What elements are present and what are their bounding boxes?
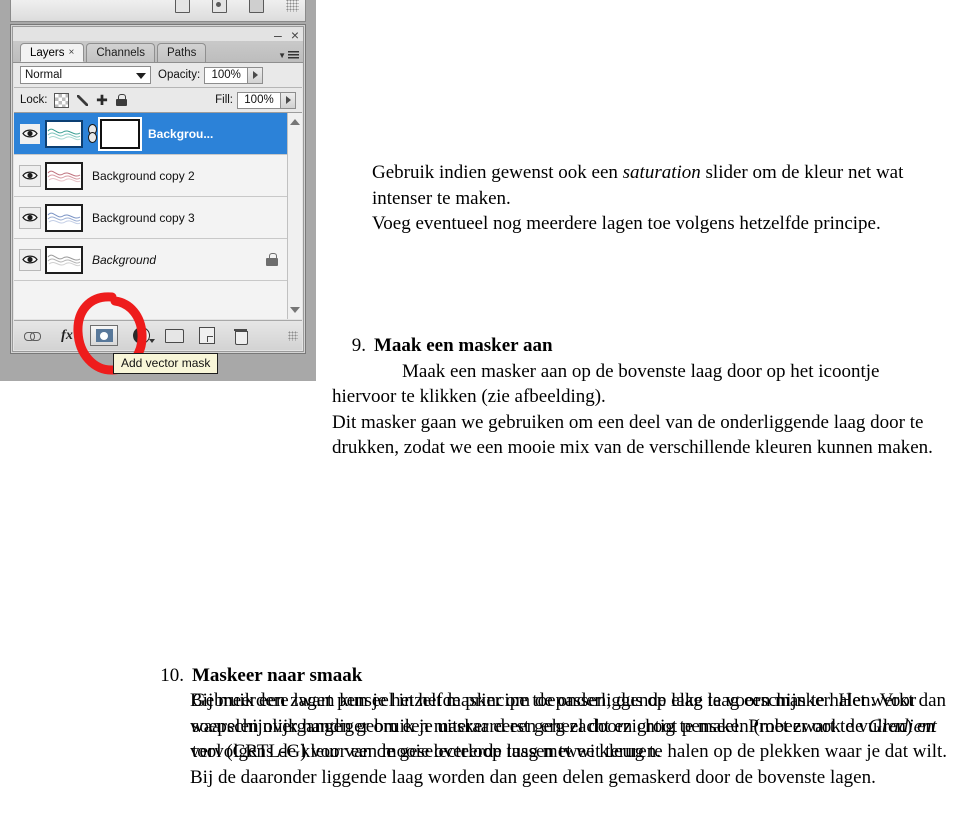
new-adjustment-layer-icon[interactable]: [131, 327, 155, 345]
close-icon[interactable]: ×: [291, 28, 299, 42]
lock-image-pixels-icon[interactable]: [76, 94, 89, 107]
intro-line-2: Voeg eventueel nog meerdere lagen toe vo…: [372, 213, 881, 234]
layer-row[interactable]: Background copy 3: [14, 197, 302, 239]
layers-panel: – × Layers × Channels Paths ▼ Normal Opa…: [10, 24, 306, 354]
blend-mode-select[interactable]: Normal: [20, 66, 151, 84]
layers-panel-toolbar: fx: [14, 320, 302, 350]
layer-thumbnail[interactable]: [45, 161, 83, 190]
layer-row[interactable]: Background copy 2: [14, 155, 302, 197]
panel-window-controls: – ×: [274, 28, 299, 42]
section-10-number: 10.: [160, 664, 184, 686]
intro-line-1-pre: Gebruik indien gewenst ook een: [372, 162, 623, 183]
section-9-number: 9.: [351, 335, 366, 356]
panel-menu-icon[interactable]: ▼: [278, 51, 299, 62]
intro-paragraph-block: Gebruik indien gewenst ook een saturatio…: [372, 160, 952, 237]
add-layer-mask-icon[interactable]: [90, 325, 118, 346]
lock-icon-group: ✚: [53, 92, 127, 108]
layers-list[interactable]: Backgrou... Background copy 2 Background…: [14, 113, 302, 319]
section-9-line-1: Maak een masker aan op de bovenste laag …: [402, 360, 880, 382]
lock-row: Lock: ✚ Fill: 100%: [14, 88, 302, 113]
layer-visibility-eye-icon[interactable]: [19, 248, 41, 271]
layer-locked-icon: [266, 253, 278, 266]
layer-row[interactable]: Background: [14, 239, 302, 281]
photoshop-layers-panel-screenshot: – × Layers × Channels Paths ▼ Normal Opa…: [0, 0, 316, 381]
new-group-icon[interactable]: [164, 327, 184, 345]
fill-input[interactable]: 100%: [237, 91, 281, 109]
link-layers-icon[interactable]: [24, 327, 44, 345]
final-paragraph-block: Bij meerdere lagen kun je hetzelfde prin…: [190, 688, 955, 790]
fill-slider-button[interactable]: [281, 91, 296, 109]
blend-mode-value: Normal: [25, 69, 63, 81]
section-9-block: 9. Maak een masker aan Maak een masker a…: [330, 333, 950, 461]
lock-all-icon[interactable]: [115, 94, 127, 106]
tooltip: Add vector mask: [113, 353, 219, 375]
delete-icon: [249, 0, 264, 13]
layer-thumbnail[interactable]: [45, 203, 83, 232]
scroll-down-arrow-icon[interactable]: [288, 303, 302, 317]
intro-line-1-emphasis: saturation: [622, 162, 701, 183]
panel-above-icon-row: [175, 0, 299, 13]
layer-visibility-eye-icon[interactable]: [19, 122, 41, 145]
layer-name[interactable]: Backgrou...: [148, 127, 213, 141]
tab-close-icon[interactable]: ×: [69, 47, 75, 58]
tab-paths[interactable]: Paths: [156, 43, 207, 62]
fill-label: Fill:: [215, 94, 233, 106]
snapshot-icon: [212, 0, 227, 13]
scroll-up-arrow-icon[interactable]: [288, 115, 302, 129]
layers-panel-inner: – × Layers × Channels Paths ▼ Normal Opa…: [12, 26, 304, 352]
lock-transparent-pixels-icon[interactable]: [53, 92, 69, 108]
layer-thumbnail[interactable]: [45, 119, 83, 148]
tab-channels[interactable]: Channels: [86, 43, 155, 62]
layer-name[interactable]: Background copy 3: [92, 211, 195, 225]
section-9-body: Maak een masker aan Maak een masker aan …: [332, 333, 950, 461]
tab-layers-label: Layers: [30, 46, 65, 59]
opacity-input[interactable]: 100%: [204, 66, 249, 84]
layer-mask-link-icon[interactable]: [86, 123, 97, 144]
resize-grip-icon: [288, 330, 298, 341]
chevron-down-icon: [136, 73, 146, 79]
resize-grip-icon: [286, 0, 299, 12]
layer-style-fx-icon[interactable]: fx: [57, 327, 81, 345]
layer-visibility-eye-icon[interactable]: [19, 164, 41, 187]
layer-row[interactable]: Backgrou...: [14, 113, 302, 155]
tab-channels-label: Channels: [96, 47, 145, 59]
opacity-label: Opacity:: [158, 69, 201, 81]
final-paragraph: Bij meerdere lagen kun je hetzelfde prin…: [190, 690, 948, 788]
minimize-icon[interactable]: –: [274, 28, 282, 42]
tab-paths-label: Paths: [166, 47, 197, 59]
section-9-line-3: Dit masker gaan we gebruiken om een deel…: [332, 411, 933, 459]
delete-layer-icon[interactable]: [230, 327, 250, 345]
document-icon: [175, 0, 190, 13]
layer-thumbnail[interactable]: [45, 245, 83, 274]
section-10-heading: Maskeer naar smaak: [192, 664, 363, 686]
fill-group: Fill: 100%: [208, 91, 296, 109]
layer-name[interactable]: Background copy 2: [92, 169, 195, 183]
layers-scrollbar[interactable]: [287, 113, 302, 319]
layer-mask-thumbnail[interactable]: [98, 116, 142, 151]
layer-name[interactable]: Background: [92, 253, 156, 267]
lock-position-icon[interactable]: ✚: [96, 93, 109, 107]
panel-above-sliver: [10, 0, 306, 22]
section-9-heading: Maak een masker aan: [374, 335, 553, 356]
new-layer-icon[interactable]: [197, 327, 217, 345]
section-9-line-2: hiervoor te klikken (zie afbeelding).: [332, 386, 606, 407]
blend-mode-row: Normal Opacity: 100%: [14, 63, 302, 88]
panel-tab-strip: Layers × Channels Paths ▼: [13, 41, 303, 63]
opacity-slider-button[interactable]: [248, 66, 264, 84]
intro-line-1: Gebruik indien gewenst ook een saturatio…: [372, 160, 952, 211]
layer-visibility-eye-icon[interactable]: [19, 206, 41, 229]
lock-label: Lock:: [20, 94, 48, 106]
tab-layers[interactable]: Layers ×: [20, 43, 85, 62]
